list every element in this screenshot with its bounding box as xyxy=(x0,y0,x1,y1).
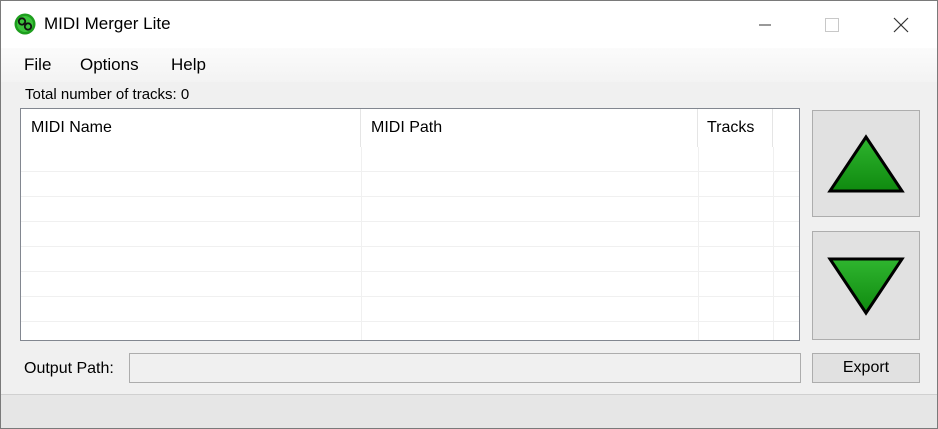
output-path-field[interactable] xyxy=(129,353,801,383)
menu-file[interactable]: File xyxy=(22,55,53,75)
move-down-button[interactable] xyxy=(812,231,920,340)
empty-row xyxy=(21,297,799,322)
total-tracks-label: Total number of tracks: 0 xyxy=(25,86,190,103)
move-up-arrow-icon xyxy=(827,133,905,192)
menu-options[interactable]: Options xyxy=(78,55,141,75)
column-divider xyxy=(698,147,699,340)
close-icon xyxy=(893,17,909,32)
empty-row xyxy=(21,222,799,247)
menu-bar: File Options Help xyxy=(1,48,937,82)
app-window: MIDI Merger Lite File Options Help Total… xyxy=(0,0,938,429)
minimize-button[interactable] xyxy=(742,1,788,48)
empty-row xyxy=(21,272,799,297)
column-header-midi-name[interactable]: MIDI Name xyxy=(21,109,361,147)
midi-file-list[interactable]: MIDI Name MIDI Path Tracks xyxy=(20,108,800,341)
empty-row xyxy=(21,147,799,172)
column-header-midi-path[interactable]: MIDI Path xyxy=(361,109,698,147)
empty-row xyxy=(21,322,799,340)
move-up-button[interactable] xyxy=(812,110,920,217)
column-header-tracks[interactable]: Tracks xyxy=(698,109,773,147)
output-path-label: Output Path: xyxy=(24,360,114,377)
maximize-button[interactable] xyxy=(809,1,855,48)
empty-row xyxy=(21,172,799,197)
status-bar xyxy=(1,394,937,428)
minimize-icon xyxy=(759,24,771,25)
list-header: MIDI Name MIDI Path Tracks xyxy=(21,109,799,147)
title-bar[interactable]: MIDI Merger Lite xyxy=(1,1,937,48)
window-title: MIDI Merger Lite xyxy=(44,14,171,33)
move-down-arrow-icon xyxy=(827,257,905,316)
empty-row xyxy=(21,247,799,272)
export-button[interactable]: Export xyxy=(812,353,920,383)
midi-merger-app-icon xyxy=(14,13,36,35)
close-button[interactable] xyxy=(878,1,924,48)
empty-row xyxy=(21,197,799,222)
menu-help[interactable]: Help xyxy=(169,55,208,75)
maximize-icon xyxy=(825,17,839,32)
column-divider xyxy=(361,147,362,340)
column-divider xyxy=(773,147,774,340)
